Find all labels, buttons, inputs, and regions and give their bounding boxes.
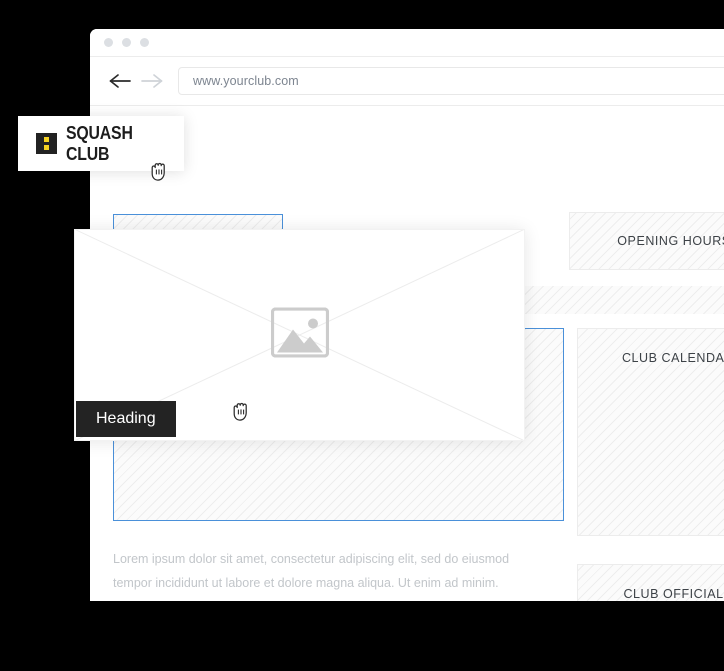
squash-ball-dots-icon [36,133,57,154]
address-bar[interactable]: www.yourclub.com [178,67,724,95]
body-paragraph: Lorem ipsum dolor sit amet, consectetur … [113,551,510,590]
club-officials-label: CLUB OFFICIALS [623,587,724,601]
logo-dot-bottom [44,145,49,150]
arrow-left-icon[interactable] [106,66,136,96]
heading-tooltip: Heading [76,401,176,437]
opening-hours-widget[interactable]: OPENING HOURS [569,212,724,270]
club-calendar-widget[interactable]: CLUB CALENDAR [577,328,724,536]
logo-dot-top [44,137,49,142]
arrow-right-icon[interactable] [136,66,166,96]
browser-toolbar: www.yourclub.com [90,57,724,106]
club-calendar-label: CLUB CALENDAR [621,351,724,365]
brand-name: SQUASH CLUB [66,122,133,164]
window-maximize-dot[interactable] [140,38,149,47]
browser-titlebar [90,29,724,57]
club-officials-widget[interactable]: CLUB OFFICIALS [577,564,724,601]
window-minimize-dot[interactable] [122,38,131,47]
opening-hours-label: OPENING HOURS [617,234,724,248]
image-placeholder-icon [270,307,329,363]
window-close-dot[interactable] [104,38,113,47]
url-input[interactable]: www.yourclub.com [193,74,724,88]
dragged-logo-card[interactable]: SQUASH CLUB [18,116,184,171]
